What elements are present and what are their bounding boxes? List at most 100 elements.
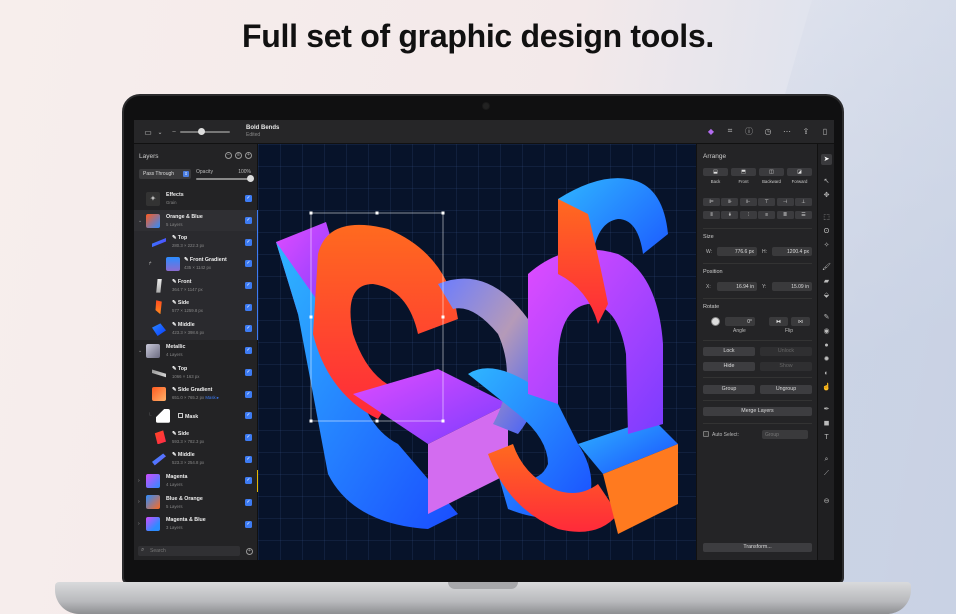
y-field[interactable]: 15.09 in (772, 282, 812, 291)
distribute-center-icon[interactable]: ⫵ (721, 211, 739, 219)
mask-link[interactable]: Mask ▸ (205, 395, 219, 400)
add-icon[interactable]: + (246, 548, 253, 555)
eraser-tool-icon[interactable]: ▰ (821, 276, 832, 287)
align-center-h-icon[interactable]: ⊪ (721, 198, 739, 206)
lasso-tool-icon[interactable]: ʘ (821, 226, 832, 237)
unlock-button[interactable]: Unlock (760, 347, 812, 356)
layer-row-magenta[interactable]: › Magenta 4 Layers ✓ (134, 469, 258, 492)
smudge-tool-icon[interactable]: ☝ (821, 382, 832, 393)
auto-select-checkbox[interactable] (703, 431, 709, 437)
brush-tool-icon[interactable]: 🖌 (821, 262, 832, 273)
show-button[interactable]: Show (760, 362, 812, 371)
flip-vertical-button[interactable]: ⋈ (791, 317, 810, 326)
filter-icon[interactable]: − (225, 152, 232, 159)
info-icon[interactable]: ⓘ (744, 126, 754, 136)
visibility-checkbox[interactable]: ✓ (245, 325, 252, 333)
layer-row-metallic-top[interactable]: ✎ Top 1066 × 163 px ✓ (134, 362, 258, 384)
stack-icon[interactable]: ≡ (235, 152, 242, 159)
hide-button[interactable]: Hide (703, 362, 755, 371)
magic-wand-tool-icon[interactable]: ✧ (821, 240, 832, 251)
crop-icon[interactable]: ⌗ (725, 126, 735, 136)
select-area-tool-icon[interactable]: ⬚ (821, 212, 832, 223)
chevron-down-icon[interactable]: ⌄ (154, 127, 166, 137)
layer-row-top[interactable]: ✎ Top 280.3 × 222.3 px ✓ (134, 231, 258, 254)
height-field[interactable]: 1200.4 px (772, 247, 812, 256)
layer-row-front[interactable]: ✎ Front 364.7 × 1147 px ✓ (134, 274, 258, 297)
visibility-checkbox[interactable]: ✓ (245, 390, 252, 398)
shapes-icon[interactable]: ◆ (706, 126, 716, 136)
zoom-slider[interactable] (180, 131, 230, 133)
align-bottom-icon[interactable]: ⊥ (794, 198, 812, 206)
width-field[interactable]: 776.6 px (717, 247, 757, 256)
rotation-dial[interactable] (711, 317, 720, 326)
opacity-slider-knob[interactable] (247, 175, 254, 182)
disclosure-open-icon[interactable]: ⌄ (138, 218, 142, 224)
disclosure-closed-icon[interactable]: › (138, 521, 140, 527)
inspector-toggle-icon[interactable]: ▯ (820, 126, 830, 136)
visibility-checkbox[interactable]: ✓ (245, 477, 252, 485)
paint-bucket-tool-icon[interactable]: ⬙ (821, 290, 832, 301)
layer-row-mask[interactable]: └ Mask ✓ (134, 405, 258, 427)
visibility-checkbox[interactable]: ✓ (245, 368, 252, 376)
layer-row-blue-orange[interactable]: › Blue & Orange 5 Layers ✓ (134, 492, 258, 514)
visibility-checkbox[interactable]: ✓ (245, 282, 252, 290)
distribute-right-icon[interactable]: ⫶ (739, 211, 757, 219)
shape-tool-icon[interactable]: ◼ (821, 418, 832, 429)
layer-row-magenta-blue[interactable]: › Magenta & Blue 3 Layers ✓ (134, 513, 258, 535)
pen-tool-icon[interactable]: ✒ (821, 404, 832, 415)
more-icon[interactable]: ⋯ (782, 126, 792, 136)
angle-field[interactable]: 0° (725, 317, 755, 326)
layer-row-side[interactable]: ✎ Side 577 × 1259.8 px ✓ (134, 296, 258, 319)
layer-row-metallic-side[interactable]: ✎ Side 593.3 × 782.3 px ✓ (134, 427, 258, 449)
layer-row-effects[interactable]: ✦ Effects Grain ✓ (134, 188, 258, 210)
opacity-slider[interactable] (196, 178, 251, 180)
merge-layers-button[interactable]: Merge Layers (703, 407, 812, 416)
layer-row-middle[interactable]: ✎ Middle 423.3 × 398.6 px ✓ (134, 318, 258, 340)
color-picker-tool-icon[interactable]: ✥ (821, 190, 832, 201)
align-middle-v-icon[interactable]: ⊣ (776, 198, 794, 206)
distribute-top-icon[interactable]: ≡ (758, 211, 776, 219)
blend-mode-select[interactable]: Pass Through ⇕ (139, 169, 191, 179)
visibility-checkbox[interactable]: ✓ (245, 217, 252, 225)
layer-row-metallic[interactable]: ⌄ Metallic 4 Layers ✓ (134, 340, 258, 362)
disclosure-open-icon[interactable]: ⌄ (138, 348, 142, 354)
visibility-checkbox[interactable]: ✓ (245, 498, 252, 506)
transform-button[interactable]: Transform... (703, 543, 812, 552)
visibility-checkbox[interactable]: ✓ (245, 238, 252, 246)
bring-forward-button[interactable]: ◪ (787, 168, 812, 176)
x-field[interactable]: 16.94 in (717, 282, 757, 291)
group-button[interactable]: Group (703, 385, 755, 394)
align-right-icon[interactable]: ⊩ (739, 198, 757, 206)
send-backward-button[interactable]: ◫ (759, 168, 784, 176)
distribute-v-icon[interactable]: ☰ (794, 211, 812, 219)
align-top-icon[interactable]: ⊤ (758, 198, 776, 206)
layer-row-side-gradient[interactable]: ✎ Side Gradient 651.0 × 765.2 px Mask ▸ … (134, 383, 258, 405)
visibility-checkbox[interactable]: ✓ (245, 433, 252, 441)
add-layer-icon[interactable]: + (245, 152, 252, 159)
layer-row-orange-blue[interactable]: ⌄ Orange & Blue 5 Layers ✓ (134, 209, 258, 232)
visibility-checkbox[interactable]: ✓ (245, 347, 252, 355)
auto-select-dropdown[interactable]: Group (762, 430, 808, 439)
eyedropper-tool-icon[interactable]: ⟋ (821, 468, 832, 479)
distribute-middle-icon[interactable]: ≣ (776, 211, 794, 219)
text-tool-icon[interactable]: T (821, 432, 832, 443)
visibility-checkbox[interactable]: ✓ (245, 195, 252, 203)
distribute-h-icon[interactable]: ⫴ (703, 211, 720, 219)
ungroup-button[interactable]: Ungroup (760, 385, 812, 394)
zoom-tool-icon[interactable]: ⌕ (821, 454, 832, 465)
clone-tool-icon[interactable]: ✎ (821, 312, 832, 323)
retouch-tool-icon[interactable]: ◉ (821, 326, 832, 337)
visibility-checkbox[interactable]: ✓ (245, 303, 252, 311)
disclosure-closed-icon[interactable]: › (138, 499, 140, 505)
layer-row-front-gradient[interactable]: ↱ ✎ Front Gradient 435 × 1142 px ✓ (134, 253, 258, 275)
more-tools-icon[interactable]: ⊖ (821, 496, 832, 507)
zoom-slider-knob[interactable] (198, 128, 205, 135)
sharpen-tool-icon[interactable]: ✹ (821, 354, 832, 365)
direct-select-tool-icon[interactable]: ↖ (821, 176, 832, 187)
canvas[interactable] (258, 144, 696, 560)
sidebar-toggle-icon[interactable]: ▭ (142, 127, 154, 137)
layer-row-metallic-middle[interactable]: ✎ Middle 523.3 × 254.8 px ✓ (134, 448, 258, 470)
send-to-back-button[interactable]: ⬓ (703, 168, 728, 176)
blur-tool-icon[interactable]: ● (821, 340, 832, 351)
disclosure-closed-icon[interactable]: › (138, 478, 140, 484)
